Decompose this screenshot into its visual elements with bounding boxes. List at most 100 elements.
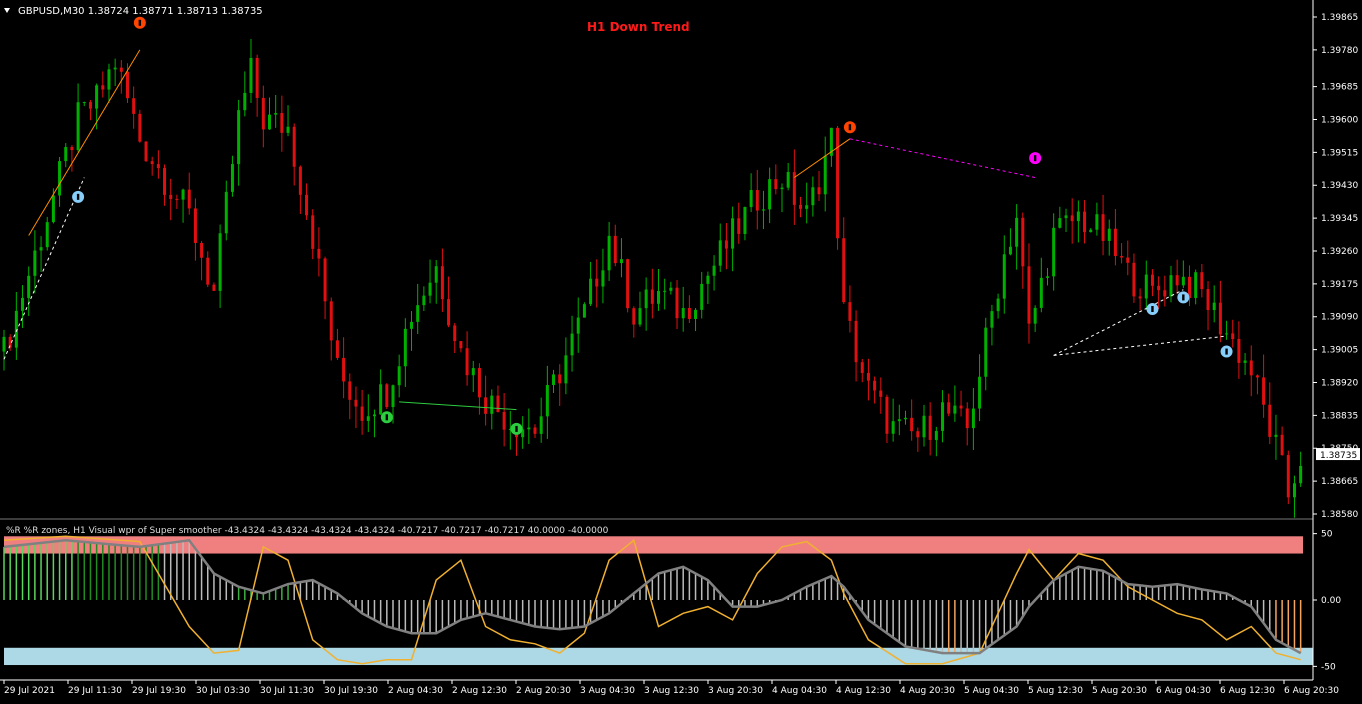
candle-body xyxy=(718,240,722,266)
candle-body xyxy=(1070,215,1074,222)
candle-body xyxy=(224,191,228,234)
candle-body xyxy=(1132,262,1136,297)
candle-body xyxy=(1212,302,1216,310)
candle-body xyxy=(274,113,278,115)
candle-body xyxy=(391,385,395,408)
candle-body xyxy=(916,431,920,438)
y-tick-label: 1.39005 xyxy=(1321,346,1358,356)
candle-body xyxy=(1144,274,1148,299)
candle-body xyxy=(768,179,772,210)
candle-body xyxy=(342,357,346,382)
candle-body xyxy=(1175,275,1179,286)
y-tick-label: 1.38835 xyxy=(1321,411,1358,421)
candle-body xyxy=(780,187,784,190)
candle-body xyxy=(1045,276,1049,278)
candle-body xyxy=(1083,211,1087,233)
x-tick-label: 3 Aug 20:30 xyxy=(708,686,763,696)
candle-body xyxy=(329,301,333,341)
candle-body xyxy=(657,291,660,304)
candle-body xyxy=(1058,218,1062,228)
candle-body xyxy=(292,126,296,167)
signal-arrow-stem xyxy=(1033,155,1037,162)
x-tick-label: 2 Aug 12:30 xyxy=(452,686,507,696)
x-tick-label: 6 Aug 20:30 xyxy=(1284,686,1339,696)
candle-body xyxy=(1076,211,1080,222)
y-tick-label: 1.39430 xyxy=(1321,181,1358,191)
signal-arrow-stem xyxy=(515,425,518,432)
candle-body xyxy=(928,415,932,440)
candle-body xyxy=(280,113,284,133)
candle-body xyxy=(854,320,858,363)
candle-body xyxy=(1002,254,1006,299)
candle-body xyxy=(45,222,49,248)
candle-body xyxy=(626,259,630,309)
candle-body xyxy=(230,164,234,192)
candle-body xyxy=(817,187,821,195)
trend-label: H1 Down Trend xyxy=(587,20,690,34)
candle-body xyxy=(731,218,735,249)
trading-chart: 1.39865 1.39780 1.39685 1.39600 1.39515 1.394… xyxy=(0,0,1362,700)
candle-body xyxy=(607,235,611,271)
candle-body xyxy=(582,304,586,318)
indicator-header: %R %R zones, H1 Visual wpr of Super smoo… xyxy=(6,526,609,536)
candle-body xyxy=(348,381,352,400)
candle-body xyxy=(879,390,883,397)
candle-body xyxy=(712,265,716,276)
candle-body xyxy=(539,416,543,434)
candle-body xyxy=(1225,333,1229,335)
candle-body xyxy=(953,405,957,414)
candle-body xyxy=(410,321,414,329)
candle-body xyxy=(335,340,339,358)
symbol-label: GBPUSD,M30 1.38724 1.38771 1.38713 1.387… xyxy=(18,6,263,17)
candle-body xyxy=(107,69,111,90)
candle-body xyxy=(255,57,259,98)
candle-body xyxy=(465,348,469,376)
x-tick-label: 2 Aug 20:30 xyxy=(516,686,571,696)
candle-body xyxy=(212,284,216,291)
candle-body xyxy=(397,366,401,386)
candle-body xyxy=(428,282,432,296)
candle-body xyxy=(76,102,80,151)
candle-body xyxy=(687,307,691,319)
candle-body xyxy=(1169,275,1173,297)
x-tick-label: 29 Jul 19:30 xyxy=(132,686,186,696)
candle-body xyxy=(1299,465,1303,484)
candle-body xyxy=(249,57,253,93)
candle-body xyxy=(589,278,593,305)
x-tick-label: 5 Aug 04:30 xyxy=(964,686,1019,696)
signal-arrow-stem xyxy=(1225,348,1228,355)
candle-body xyxy=(681,307,685,319)
candle-body xyxy=(1015,217,1019,247)
candle-body xyxy=(484,397,488,414)
candle-body xyxy=(842,238,846,303)
candle-body xyxy=(761,209,765,211)
candle-body xyxy=(799,204,803,209)
signal-arrow-stem xyxy=(385,414,389,421)
candle-body xyxy=(866,372,870,381)
x-tick-label: 5 Aug 12:30 xyxy=(1028,686,1083,696)
candle-body xyxy=(811,187,815,206)
x-tick-label: 29 Jul 11:30 xyxy=(68,686,122,696)
candle-body xyxy=(934,430,938,440)
candle-body xyxy=(298,166,302,195)
candle-body xyxy=(385,384,389,408)
candle-body xyxy=(601,270,605,287)
candle-body xyxy=(545,385,549,417)
candle-body xyxy=(1120,256,1124,258)
candle-body xyxy=(1138,296,1142,299)
candle-body xyxy=(181,189,185,200)
candle-body xyxy=(595,278,599,287)
candle-body xyxy=(1163,290,1167,297)
candle-body xyxy=(206,257,210,285)
candle-body xyxy=(1255,375,1259,378)
candle-body xyxy=(1126,257,1130,263)
candle-body xyxy=(619,259,623,264)
candle-body xyxy=(193,208,197,243)
candle-body xyxy=(70,146,74,151)
candle-body xyxy=(372,414,376,417)
x-tick-label: 3 Aug 12:30 xyxy=(644,686,699,696)
candle-body xyxy=(477,368,481,398)
candle-body xyxy=(1039,277,1043,308)
x-tick-label: 29 Jul 2021 xyxy=(4,686,55,696)
candle-body xyxy=(119,67,123,72)
